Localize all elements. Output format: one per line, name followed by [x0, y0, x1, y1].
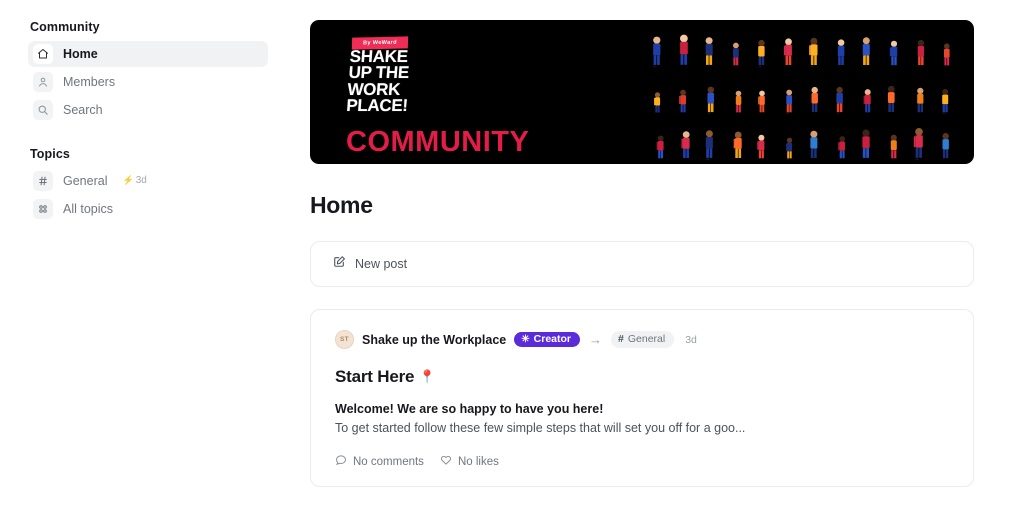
- arrow-icon: →: [589, 332, 603, 347]
- compose-icon: [333, 255, 346, 273]
- sidebar-item-label: Search: [63, 102, 103, 117]
- likes-label: No likes: [457, 455, 499, 468]
- post-card[interactable]: ST Shake up the Workplace ✳ Creator → # …: [310, 309, 974, 487]
- post-author[interactable]: Shake up the Workplace: [362, 333, 506, 347]
- sidebar-item-home[interactable]: Home: [28, 41, 268, 67]
- search-icon: [33, 100, 53, 120]
- home-icon: [33, 44, 53, 64]
- sidebar-heading-topics: Topics: [30, 147, 70, 161]
- community-banner: By WeWard SHAKE UP THE WORK PLACE! COMMU…: [310, 20, 974, 164]
- sparkle-icon: ✳: [521, 333, 530, 345]
- creator-badge: ✳ Creator: [514, 331, 581, 348]
- banner-headline-line: PLACE!: [345, 95, 409, 115]
- banner-people-illustration: [653, 34, 950, 161]
- sidebar-heading-community: Community: [30, 20, 100, 34]
- sidebar-item-all-topics[interactable]: All topics: [28, 196, 268, 222]
- comments-label: No comments: [353, 455, 424, 468]
- sidebar-item-general[interactable]: General ⚡ 3d: [28, 168, 268, 194]
- banner-community-word: COMMUNITY: [346, 126, 530, 159]
- sidebar-item-search[interactable]: Search: [28, 97, 268, 123]
- post-title[interactable]: Start Here 📍: [335, 367, 949, 387]
- app-root: Community Home Members Search Topics Gen…: [0, 0, 1024, 524]
- post-footer: No comments No likes: [335, 454, 949, 469]
- sidebar-item-label: Home: [63, 46, 98, 61]
- pin-icon: 📍: [419, 369, 436, 384]
- post-topic-badge[interactable]: # General: [611, 331, 675, 348]
- sidebar-item-label: Members: [63, 74, 116, 89]
- topic-activity: ⚡ 3d: [122, 176, 146, 186]
- creator-badge-label: Creator: [533, 333, 572, 346]
- sidebar-item-label: All topics: [63, 201, 114, 216]
- post-timestamp: 3d: [685, 333, 697, 346]
- hash-icon: [33, 171, 53, 191]
- heart-icon: [440, 454, 452, 469]
- post-lead: Welcome! We are so happy to have you her…: [335, 402, 604, 416]
- topic-time: 3d: [135, 175, 147, 186]
- sidebar: Community Home Members Search Topics Gen…: [0, 0, 296, 524]
- members-icon: [33, 72, 53, 92]
- sidebar-item-label: General: [63, 173, 108, 188]
- new-post-label: New post: [355, 257, 408, 271]
- bolt-icon: ⚡: [122, 175, 134, 185]
- main-content: By WeWard SHAKE UP THE WORK PLACE! COMMU…: [296, 0, 1024, 524]
- post-body: To get started follow these few simple s…: [335, 421, 746, 435]
- post-header: ST Shake up the Workplace ✳ Creator → # …: [335, 330, 949, 349]
- comment-icon: [335, 454, 347, 469]
- page-title: Home: [310, 192, 373, 218]
- banner-headline: SHAKE UP THE WORK PLACE!: [344, 47, 579, 115]
- hash-icon: #: [618, 333, 624, 346]
- grid-icon: [33, 199, 53, 219]
- post-title-text: Start Here: [335, 367, 415, 386]
- likes-action[interactable]: No likes: [440, 454, 499, 469]
- post-topic-label: General: [627, 333, 666, 346]
- new-post-button[interactable]: New post: [310, 241, 974, 287]
- banner-text-block: By WeWard SHAKE UP THE WORK PLACE! COMMU…: [346, 31, 576, 157]
- avatar: ST: [335, 330, 354, 349]
- sidebar-item-members[interactable]: Members: [28, 69, 268, 95]
- comments-action[interactable]: No comments: [335, 454, 424, 469]
